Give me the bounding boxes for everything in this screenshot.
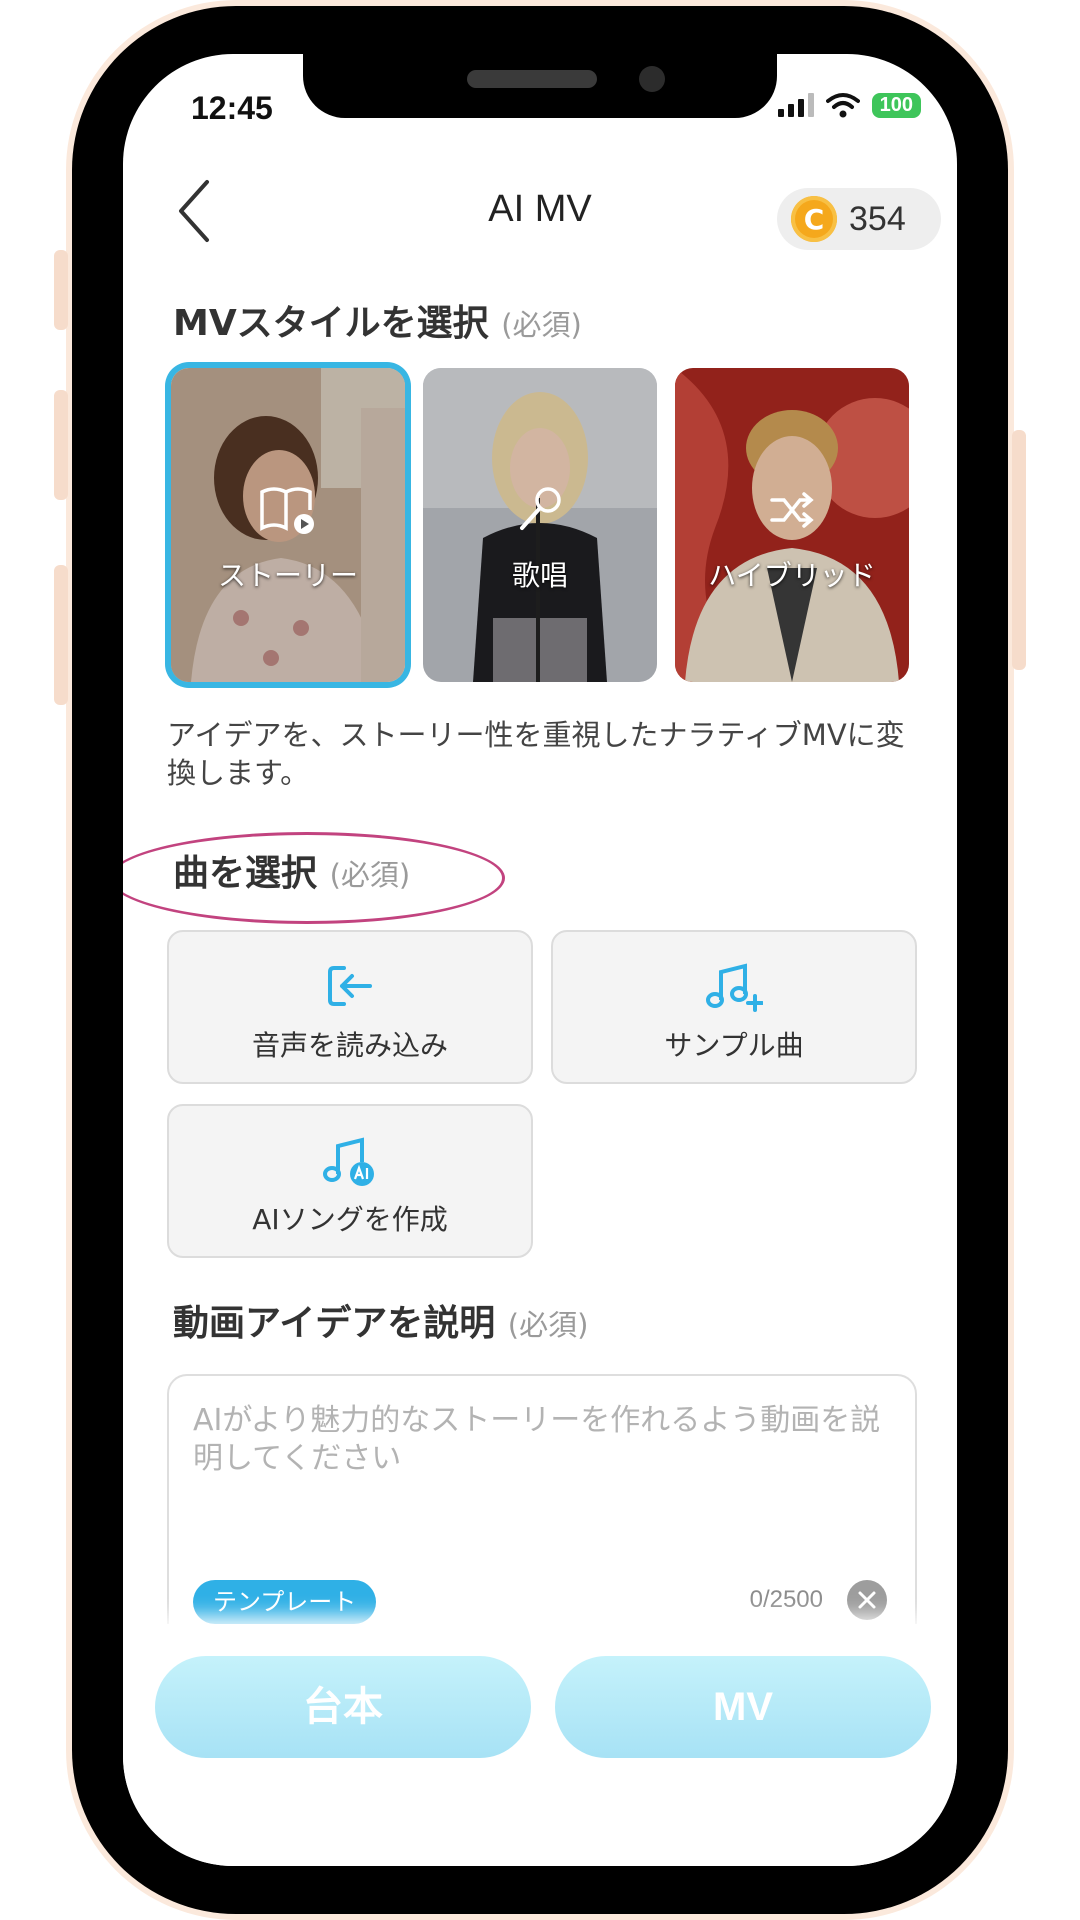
required-label: (必須) [329, 858, 411, 892]
device-volume-up [54, 390, 68, 500]
style-card-label: 歌唱 [511, 559, 568, 592]
song-section-title-text: 曲を選択 [173, 853, 318, 894]
signal-icon [777, 93, 814, 117]
coin-count: 354 [849, 199, 906, 238]
speaker [467, 70, 597, 88]
device-mute-switch [54, 250, 68, 330]
book-play-icon [260, 487, 314, 534]
device-power-button [1012, 430, 1026, 670]
music-ai-icon [323, 1137, 374, 1186]
app-screen: 12:45 100 AI MV C 354 MVスタイルを選択 (必須) ストー… [123, 54, 957, 1866]
style-section-title-text: MVスタイルを選択 [173, 303, 489, 344]
sample-song-label: サンプル曲 [664, 1029, 804, 1062]
script-button[interactable]: 台本 [155, 1656, 531, 1758]
microphone-icon [520, 487, 561, 530]
style-card-hybrid[interactable]: ハイブリッド [675, 368, 909, 682]
clear-icon[interactable] [847, 1580, 887, 1620]
style-card-label: ストーリー [217, 559, 358, 592]
sample-song-button[interactable]: サンプル曲 [551, 930, 917, 1084]
character-counter: 0/2500 [749, 1586, 823, 1613]
wifi-icon [825, 93, 860, 118]
import-audio-button[interactable]: 音声を読み込み [167, 930, 533, 1084]
create-ai-song-label: AIソングを作成 [252, 1203, 448, 1236]
create-ai-song-button[interactable]: AIソングを作成 [167, 1104, 533, 1258]
music-add-icon [706, 963, 763, 1012]
style-card-singing[interactable]: 歌唱 [423, 368, 657, 682]
style-description: アイデアを、ストーリー性を重視したナラティブMVに変換します。 [167, 718, 905, 790]
mv-button[interactable]: MV [555, 1656, 931, 1758]
coin-icon: C [791, 196, 837, 242]
song-section-title: 曲を選択 (必須) [173, 844, 410, 896]
template-button[interactable]: テンプレート [193, 1580, 377, 1624]
status-icons: 100 [777, 92, 921, 118]
shuffle-icon [770, 492, 814, 528]
battery-indicator: 100 [871, 92, 921, 118]
status-time: 12:45 [191, 90, 273, 126]
idea-section-title-text: 動画アイデアを説明 [173, 1303, 496, 1344]
import-audio-label: 音声を読み込み [251, 1029, 448, 1062]
idea-placeholder: AIがより魅力的なストーリーを作れるよう動画を説明してください [193, 1403, 881, 1476]
idea-section-title: 動画アイデアを説明 (必須) [173, 1294, 588, 1346]
coin-balance[interactable]: C 354 [777, 188, 941, 250]
front-camera [639, 66, 665, 92]
device-volume-down [54, 565, 68, 705]
style-card-story[interactable]: ストーリー [171, 368, 405, 682]
style-section-title: MVスタイルを選択 (必須) [173, 294, 582, 346]
required-label: (必須) [507, 1308, 589, 1342]
notch [303, 54, 777, 118]
required-label: (必須) [501, 308, 582, 342]
style-card-label: ハイブリッド [708, 559, 876, 592]
import-icon [328, 966, 372, 1006]
